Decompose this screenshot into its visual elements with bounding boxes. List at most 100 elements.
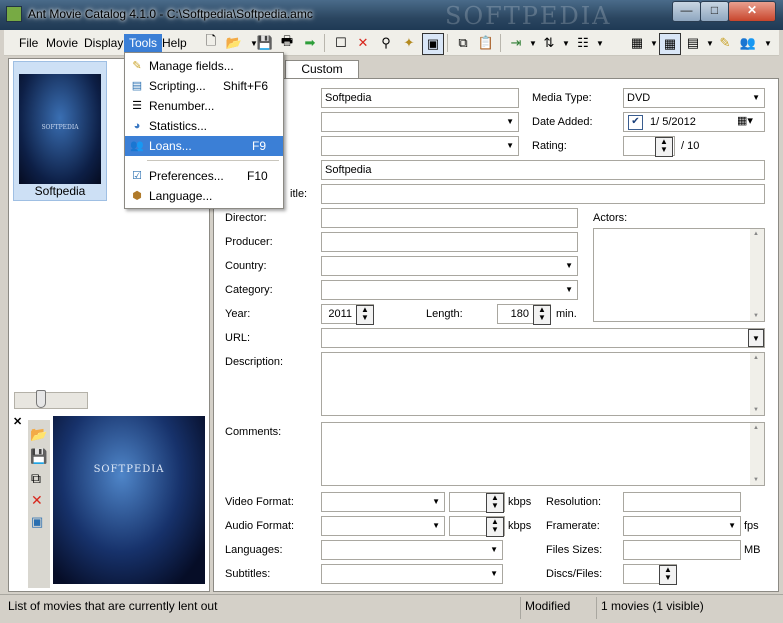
menu-help[interactable]: Help bbox=[157, 34, 192, 52]
rating-spinner[interactable]: ▲ ▼ bbox=[655, 137, 673, 157]
borrower-select[interactable] bbox=[321, 136, 519, 156]
actors-field[interactable] bbox=[593, 228, 765, 322]
description-label: Description: bbox=[225, 356, 284, 368]
watermark: SOFTPEDIA bbox=[445, 2, 612, 30]
arrow-right-icon[interactable]: ➡ bbox=[300, 33, 320, 53]
magic-wand-icon[interactable]: ✦ bbox=[399, 33, 419, 53]
translated-title-field[interactable] bbox=[321, 184, 765, 204]
audio-format-select[interactable] bbox=[321, 516, 445, 536]
description-field[interactable] bbox=[321, 352, 765, 416]
maximize-button[interactable]: □ bbox=[700, 1, 729, 22]
resolution-field[interactable] bbox=[623, 492, 741, 512]
save-icon[interactable]: 💾 bbox=[30, 448, 47, 465]
source-select[interactable] bbox=[321, 112, 519, 132]
paste-icon[interactable]: 📋 bbox=[476, 33, 496, 53]
framerate-label: Framerate: bbox=[546, 520, 600, 532]
open-folder-icon[interactable]: 📂 bbox=[224, 33, 244, 53]
menu-item-preferences[interactable]: ☑ Preferences... F10 bbox=[125, 166, 283, 186]
menu-item-loans[interactable]: 👥 Loans... F9 bbox=[125, 136, 283, 156]
comments-field[interactable] bbox=[321, 422, 765, 486]
url-field[interactable] bbox=[321, 328, 765, 348]
menu-item-renumber[interactable]: ☰ Renumber... bbox=[125, 96, 283, 116]
edit-icon[interactable]: ✎ bbox=[715, 33, 735, 53]
menu-item-label: Preferences... bbox=[149, 169, 224, 183]
original-title-field[interactable]: Softpedia bbox=[321, 160, 765, 180]
thumbnail-size-slider[interactable] bbox=[14, 392, 88, 409]
date-added-label: Date Added: bbox=[532, 116, 593, 128]
picture-icon[interactable]: ▣ bbox=[422, 33, 444, 55]
languages-select[interactable] bbox=[321, 540, 503, 560]
status-count: 1 movies (1 visible) bbox=[601, 599, 704, 613]
director-field[interactable] bbox=[321, 208, 578, 228]
country-select[interactable] bbox=[321, 256, 578, 276]
category-select[interactable] bbox=[321, 280, 578, 300]
length-spinner[interactable]: ▲ ▼ bbox=[533, 305, 551, 325]
video-format-select[interactable] bbox=[321, 492, 445, 512]
menu-item-statistics[interactable]: ◕ Statistics... bbox=[125, 116, 283, 136]
menu-item-shortcut: F10 bbox=[247, 169, 268, 183]
comments-label: Comments: bbox=[225, 426, 282, 438]
discs-spinner[interactable]: ▲ ▼ bbox=[659, 565, 677, 585]
status-hint: List of movies that are currently lent o… bbox=[8, 599, 218, 613]
thumbnail-view-icon[interactable]: ▦ bbox=[659, 33, 681, 55]
audio-bitrate-spinner[interactable]: ▲ ▼ bbox=[486, 517, 504, 537]
chevron-down-icon[interactable]: ▼ bbox=[758, 33, 778, 53]
movie-title-label: Softpedia bbox=[34, 184, 86, 198]
rating-label: Rating: bbox=[532, 140, 567, 152]
add-movie-icon[interactable]: ☐ bbox=[331, 33, 351, 53]
menu-movie[interactable]: Movie bbox=[41, 34, 83, 52]
url-browse-button[interactable]: ▼ bbox=[748, 329, 764, 347]
new-file-icon[interactable]: 🗋 bbox=[201, 33, 221, 53]
menu-item-manage-fields[interactable]: ✎ Manage fields... bbox=[125, 56, 283, 76]
menu-toolbar: File Movie Display Tools Help 🗋 📂 ▼ 💾 🖶 … bbox=[4, 30, 779, 56]
poster-text: SOFTPEDIA bbox=[93, 464, 165, 475]
delete-icon[interactable]: ✕ bbox=[353, 33, 373, 53]
close-icon[interactable]: ✕ bbox=[13, 415, 22, 428]
print-icon[interactable]: 🖶 bbox=[277, 33, 297, 53]
year-spinner[interactable]: ▲ ▼ bbox=[356, 305, 374, 325]
menu-item-scripting[interactable]: ▤ Scripting... Shift+F6 bbox=[125, 76, 283, 96]
menu-item-label: Renumber... bbox=[149, 99, 215, 113]
picture-tools: 📂 💾 ⧉ ✕ ▣ bbox=[28, 420, 50, 588]
slider-thumb[interactable] bbox=[36, 390, 46, 408]
menu-item-label: Loans... bbox=[149, 139, 192, 153]
framerate-select[interactable] bbox=[623, 516, 741, 536]
minimize-button[interactable]: — bbox=[672, 1, 701, 22]
calendar-icon[interactable]: ▦▾ bbox=[737, 114, 753, 127]
search-icon[interactable]: ⚲ bbox=[376, 33, 396, 53]
media-type-select[interactable]: DVD bbox=[623, 88, 765, 108]
menu-file[interactable]: File bbox=[14, 34, 43, 52]
video-bitrate-spinner[interactable]: ▲ ▼ bbox=[486, 493, 504, 513]
app-icon bbox=[6, 6, 22, 22]
people-icon: 👥 bbox=[130, 140, 144, 152]
media-type-label: Media Type: bbox=[532, 92, 592, 104]
fps-unit: fps bbox=[744, 520, 759, 532]
thumbnail-text: SOFTPEDIA bbox=[41, 124, 79, 131]
subtitles-label: Subtitles: bbox=[225, 568, 271, 580]
menu-item-language[interactable]: ⬢ Language... bbox=[125, 186, 283, 206]
files-sizes-field[interactable] bbox=[623, 540, 741, 560]
number-field[interactable]: Softpedia bbox=[321, 88, 519, 108]
subtitles-select[interactable] bbox=[321, 564, 503, 584]
menu-item-label: Scripting... bbox=[149, 79, 206, 93]
delete-icon[interactable]: ✕ bbox=[31, 492, 43, 509]
mb-unit: MB bbox=[744, 544, 761, 556]
window-title: Ant Movie Catalog 4.1.0 - C:\Softpedia\S… bbox=[28, 7, 313, 21]
chevron-down-icon[interactable]: ▼ bbox=[590, 33, 610, 53]
open-folder-icon[interactable]: 📂 bbox=[30, 426, 47, 443]
status-bar: List of movies that are currently lent o… bbox=[0, 594, 783, 623]
close-button[interactable]: ✕ bbox=[728, 1, 776, 22]
movie-list-item[interactable]: SOFTPEDIA Softpedia bbox=[13, 61, 107, 201]
copy-icon[interactable]: ⧉ bbox=[453, 33, 473, 53]
copy-icon[interactable]: ⧉ bbox=[31, 470, 41, 487]
list-icon: ☰ bbox=[132, 100, 142, 112]
date-added-checkbox[interactable]: ✔ bbox=[628, 115, 643, 130]
actors-label: Actors: bbox=[593, 212, 628, 224]
tab-custom-fields[interactable]: Custom Fields bbox=[285, 60, 359, 93]
save-icon[interactable]: 💾 bbox=[255, 33, 275, 53]
menu-display[interactable]: Display bbox=[79, 34, 128, 52]
director-label: Director: bbox=[225, 212, 267, 224]
producer-field[interactable] bbox=[321, 232, 578, 252]
people-icon[interactable]: 👥 bbox=[738, 33, 758, 53]
picture-icon[interactable]: ▣ bbox=[31, 514, 43, 530]
